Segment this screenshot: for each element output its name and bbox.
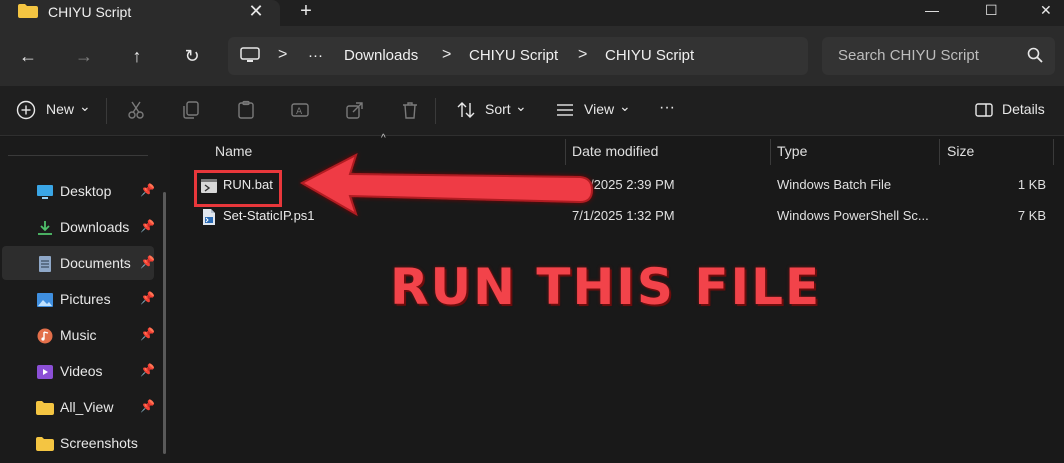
delete-icon[interactable] [400, 100, 420, 120]
up-button[interactable]: ↑ [123, 43, 151, 69]
tab-title: CHIYU Script [48, 4, 132, 20]
column-divider[interactable] [770, 139, 771, 165]
sidebar-item-all-view[interactable]: All_View 📌 [2, 390, 155, 424]
details-button[interactable]: Details [1002, 101, 1045, 117]
videos-icon [37, 365, 53, 379]
command-bar: New ⌄ A Sort ⌄ View ⌄ ··· Details [0, 86, 1064, 136]
pin-icon[interactable]: 📌 [140, 399, 155, 413]
folder-icon [36, 401, 54, 415]
view-button[interactable]: View [584, 101, 614, 117]
new-button[interactable]: New [46, 101, 74, 117]
column-header-name[interactable]: Name [215, 143, 252, 159]
sort-icon[interactable] [456, 100, 476, 120]
breadcrumb-downloads[interactable]: Downloads [344, 47, 418, 64]
desktop-icon [37, 185, 53, 199]
details-pane-icon[interactable] [974, 100, 994, 120]
maximize-button[interactable]: ☐ [985, 2, 998, 19]
column-divider[interactable] [939, 139, 940, 165]
chevron-down-icon: ⌄ [619, 98, 631, 114]
pin-icon[interactable]: 📌 [140, 219, 155, 233]
close-tab-icon[interactable]: ✕ [244, 0, 268, 22]
more-options-button[interactable]: ··· [659, 99, 675, 117]
sidebar-item-label: Music [60, 327, 97, 343]
search-input[interactable]: Search CHIYU Script [822, 37, 1055, 75]
sidebar-item-label: All_View [60, 399, 114, 415]
sidebar-item-label: Documents [60, 255, 131, 271]
breadcrumb-separator: > [278, 46, 288, 63]
toolbar-divider [435, 98, 436, 124]
pin-icon[interactable]: 📌 [140, 183, 155, 197]
sidebar-item-pictures[interactable]: Pictures 📌 [2, 282, 155, 316]
rename-icon[interactable]: A [290, 100, 310, 120]
sidebar-item-desktop[interactable]: Desktop 📌 [2, 174, 155, 208]
forward-button[interactable]: → [70, 43, 98, 69]
sidebar-item-label: Videos [60, 363, 103, 379]
navigation-pane: Desktop 📌 Downloads 📌 Documents 📌 Pictur… [0, 137, 170, 463]
annotation-arrow-icon [299, 153, 594, 217]
sidebar-item-label: Pictures [60, 291, 111, 307]
cut-icon[interactable] [126, 100, 146, 120]
close-window-button[interactable]: ✕ [1040, 2, 1052, 19]
breadcrumb-chiyu-script[interactable]: CHIYU Script [469, 47, 558, 64]
music-icon [37, 328, 53, 344]
sidebar-item-downloads[interactable]: Downloads 📌 [2, 210, 155, 244]
column-header-size[interactable]: Size [947, 143, 974, 159]
view-icon[interactable] [555, 100, 575, 120]
file-type: Windows Batch File [777, 177, 892, 192]
sidebar-scrollbar[interactable] [163, 192, 166, 454]
sidebar-item-music[interactable]: Music 📌 [2, 318, 155, 352]
pin-icon[interactable]: 📌 [140, 255, 155, 269]
sidebar-item-videos[interactable]: Videos 📌 [2, 354, 155, 388]
column-divider[interactable] [1053, 139, 1054, 165]
file-type: Windows PowerShell Sc... [777, 208, 929, 223]
navigation-bar: ← → ↑ ↻ > ··· Downloads > CHIYU Script >… [0, 26, 1064, 86]
file-size: 1 KB [1017, 177, 1046, 192]
breadcrumb-separator: > [442, 46, 452, 63]
search-icon[interactable] [1027, 47, 1043, 63]
share-icon[interactable] [345, 100, 365, 120]
sort-caret-icon: ^ [381, 133, 386, 144]
sidebar-item-screenshots[interactable]: Screenshots [2, 426, 154, 460]
minimize-button[interactable]: — [925, 2, 939, 18]
sidebar-divider [8, 155, 148, 156]
sidebar-item-documents[interactable]: Documents 📌 [2, 246, 155, 280]
new-tab-button[interactable]: + [294, 0, 318, 22]
pin-icon[interactable]: 📌 [140, 363, 155, 377]
breadcrumb-separator: > [578, 46, 588, 63]
highlight-box [194, 170, 282, 207]
sidebar-item-label: Downloads [60, 219, 130, 235]
breadcrumb-chiyu-script-current[interactable]: CHIYU Script [605, 47, 694, 64]
sort-button[interactable]: Sort [485, 101, 511, 117]
pin-icon[interactable]: 📌 [140, 291, 155, 305]
tab-chiyu-script[interactable]: CHIYU Script ✕ [0, 0, 280, 26]
pin-icon[interactable]: 📌 [140, 327, 155, 341]
chevron-down-icon: ⌄ [79, 98, 91, 114]
address-bar[interactable]: > ··· Downloads > CHIYU Script > CHIYU S… [228, 37, 808, 75]
powershell-file-icon [203, 209, 215, 225]
folder-icon [36, 437, 54, 451]
title-bar: CHIYU Script ✕ + — ☐ ✕ [0, 0, 1064, 26]
folder-icon [18, 4, 38, 18]
this-pc-icon[interactable] [240, 47, 260, 63]
breadcrumb-more[interactable]: ··· [308, 47, 323, 64]
sidebar-item-label: Screenshots [60, 435, 138, 451]
documents-icon [39, 256, 51, 272]
back-button[interactable]: ← [14, 43, 42, 69]
sidebar-item-label: Desktop [60, 183, 112, 199]
paste-icon[interactable] [236, 100, 256, 120]
downloads-icon [38, 221, 52, 235]
pictures-icon [37, 293, 53, 307]
toolbar-divider [106, 98, 107, 124]
refresh-button[interactable]: ↻ [178, 43, 206, 69]
chevron-down-icon: ⌄ [515, 98, 527, 114]
svg-text:A: A [296, 107, 303, 117]
copy-icon[interactable] [181, 100, 201, 120]
file-size: 7 KB [1017, 208, 1046, 223]
column-header-type[interactable]: Type [777, 143, 807, 159]
annotation-text: RUN THIS FILE [390, 258, 822, 316]
new-plus-icon[interactable] [16, 100, 36, 120]
search-placeholder: Search CHIYU Script [838, 47, 979, 64]
